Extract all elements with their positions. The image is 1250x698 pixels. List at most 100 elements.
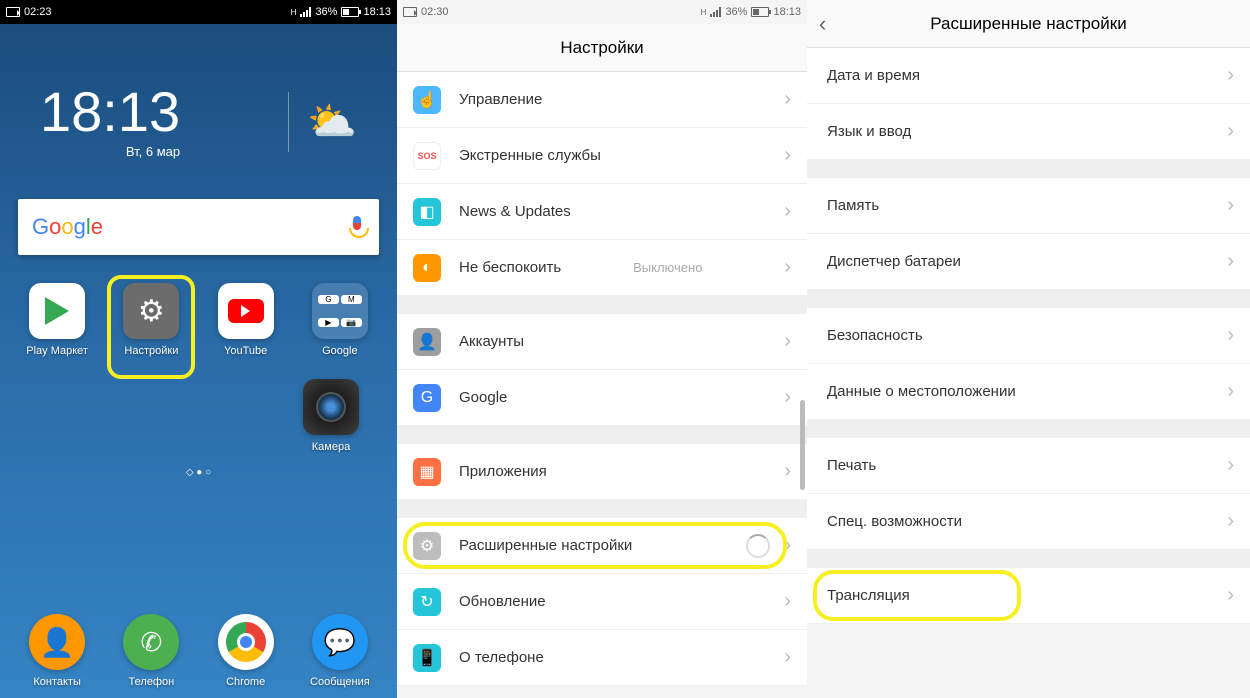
row-label: Спец. возможности	[827, 513, 962, 530]
record-time: 02:30	[421, 6, 449, 18]
chevron-right-icon: ›	[784, 590, 791, 613]
google-logo: Google	[32, 214, 103, 240]
clock-widget[interactable]: 18:13 Вт, 6 мар ⛅	[0, 24, 397, 179]
net-h-icon: H	[701, 8, 707, 17]
play-icon	[45, 297, 69, 325]
chevron-right-icon: ›	[784, 460, 791, 483]
mic-icon[interactable]	[349, 216, 365, 238]
app-row-2: Камера	[0, 365, 397, 461]
chevron-right-icon: ›	[784, 386, 791, 409]
settings-row[interactable]: Спец. возможности ›	[807, 494, 1250, 550]
row-label: Печать	[827, 457, 876, 474]
gear-icon: ⚙	[123, 283, 179, 339]
row-icon: 📱	[413, 644, 441, 672]
home-screen-panel: 02:23 H 36% 18:13 18:13 Вт, 6 мар ⛅ Goog…	[0, 0, 397, 698]
chevron-right-icon: ›	[784, 256, 791, 279]
row-label: Приложения	[459, 463, 547, 480]
phone-icon: ✆	[123, 614, 179, 670]
settings-title: Настройки	[397, 24, 807, 72]
settings-row[interactable]: Безопасность ›	[807, 308, 1250, 364]
separator	[807, 550, 1250, 568]
app-label: Google	[300, 345, 380, 357]
battery-icon	[341, 7, 359, 17]
home-time: 18:13	[40, 84, 180, 140]
settings-row[interactable]: Дата и время ›	[807, 48, 1250, 104]
settings-row[interactable]: ↻Обновление›	[397, 574, 807, 630]
row-icon: ◧	[413, 198, 441, 226]
advanced-settings-panel: ‹ Расширенные настройки Дата и время›Язы…	[807, 0, 1250, 698]
chrome-icon	[226, 622, 266, 662]
app-label: Камера	[291, 441, 371, 453]
settings-row[interactable]: 👤Аккаунты›	[397, 314, 807, 370]
row-label: Безопасность	[827, 327, 923, 344]
messages-icon: 💬	[312, 614, 368, 670]
dock-chrome[interactable]: Chrome	[206, 614, 286, 688]
status-clock: 18:13	[773, 6, 801, 18]
settings-row[interactable]: ⚙Расширенные настройки›	[397, 518, 807, 574]
youtube-icon	[228, 299, 264, 323]
folder-icon: GM▶📷	[312, 283, 368, 339]
settings-row[interactable]: Трансляция›	[807, 568, 1250, 624]
separator	[807, 420, 1250, 438]
row-label: Не беспокоить	[459, 259, 561, 276]
app-youtube[interactable]: YouTube	[206, 283, 286, 357]
separator	[807, 160, 1250, 178]
dock-phone[interactable]: ✆ Телефон	[111, 614, 191, 688]
battery-icon	[751, 7, 769, 17]
settings-row[interactable]: ◐Не беспокоитьВыключено›	[397, 240, 807, 296]
separator	[807, 290, 1250, 308]
weather-icon[interactable]: ⛅	[307, 98, 357, 145]
chevron-right-icon: ›	[1227, 510, 1234, 533]
chevron-right-icon: ›	[1227, 584, 1234, 607]
dock-contacts[interactable]: 👤 Контакты	[17, 614, 97, 688]
chevron-right-icon: ›	[1227, 324, 1234, 347]
app-label: Контакты	[17, 676, 97, 688]
app-google-folder[interactable]: GM▶📷 Google	[300, 283, 380, 357]
row-icon: ⚙	[413, 532, 441, 560]
camera-icon	[316, 392, 346, 422]
back-icon[interactable]: ‹	[819, 11, 826, 37]
settings-row[interactable]: GGoogle›	[397, 370, 807, 426]
app-label: Настройки	[111, 345, 191, 357]
chevron-right-icon: ›	[784, 534, 791, 557]
settings-row[interactable]: 📱О телефоне›	[397, 630, 807, 686]
row-icon: ↻	[413, 588, 441, 616]
chevron-right-icon: ›	[784, 200, 791, 223]
signal-icon	[300, 7, 311, 17]
settings-row[interactable]: Данные о местоположении›	[807, 364, 1250, 420]
row-icon: ◐	[413, 254, 441, 282]
app-settings[interactable]: ⚙ Настройки	[111, 283, 191, 357]
settings-row[interactable]: ◧News & Updates›	[397, 184, 807, 240]
scrollbar[interactable]	[800, 400, 805, 490]
row-label: Управление	[459, 91, 542, 108]
row-label: Данные о местоположении	[827, 383, 1016, 400]
settings-row[interactable]: Память›	[807, 178, 1250, 234]
separator	[397, 296, 807, 314]
settings-panel: 02:30 H 36% 18:13 Настройки ☝ Управление ›…	[397, 0, 807, 698]
battery-pct: 36%	[315, 6, 337, 18]
google-search-bar[interactable]: Google	[18, 199, 379, 255]
home-date: Вт, 6 мар	[40, 144, 180, 159]
settings-row[interactable]: SOSЭкстренные службы›	[397, 128, 807, 184]
settings-row[interactable]: Язык и ввод›	[807, 104, 1250, 160]
app-camera[interactable]: Камера	[291, 379, 371, 453]
row-label: Диспетчер батареи	[827, 253, 961, 270]
row-label: Google	[459, 389, 507, 406]
chevron-right-icon: ›	[784, 330, 791, 353]
app-play-market[interactable]: Play Маркет	[17, 283, 97, 357]
settings-row[interactable]: Диспетчер батареи›	[807, 234, 1250, 290]
row-icon: ☝	[413, 86, 441, 114]
signal-icon	[710, 7, 721, 17]
dock-messages[interactable]: 💬 Сообщения	[300, 614, 380, 688]
battery-pct: 36%	[725, 6, 747, 18]
chevron-right-icon: ›	[1227, 64, 1234, 87]
row-label: Аккаунты	[459, 333, 524, 350]
settings-row[interactable]: ☝Управление›	[397, 72, 807, 128]
chevron-right-icon: ›	[1227, 454, 1234, 477]
app-label: YouTube	[206, 345, 286, 357]
chevron-right-icon: ›	[1227, 120, 1234, 143]
settings-row[interactable]: Печать ›	[807, 438, 1250, 494]
row-label: Дата и время	[827, 67, 920, 84]
app-row-1: Play Маркет ⚙ Настройки YouTube GM▶📷 Goo…	[0, 275, 397, 365]
settings-row[interactable]: ▦Приложения›	[397, 444, 807, 500]
